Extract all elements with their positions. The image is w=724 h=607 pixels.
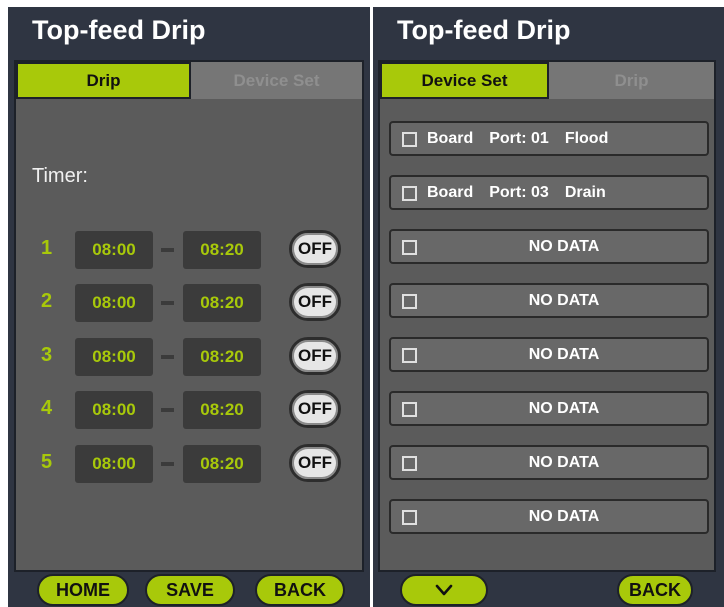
- end-time-field[interactable]: 08:20: [183, 284, 261, 322]
- start-time-field[interactable]: 08:00: [75, 284, 153, 322]
- tab-device-set[interactable]: Device Set: [380, 62, 549, 99]
- timer-toggle[interactable]: OFF: [289, 444, 341, 482]
- device-checkbox[interactable]: [402, 456, 417, 471]
- device-checkbox[interactable]: [402, 186, 417, 201]
- drip-timer-panel: Top-feed Drip Drip Device Set Timer: 1 0…: [8, 7, 370, 607]
- start-time-field[interactable]: 08:00: [75, 391, 153, 429]
- device-port: Port: 03: [489, 183, 549, 201]
- tab-bar: Device Set Drip: [380, 62, 714, 99]
- timer-toggle[interactable]: OFF: [289, 230, 341, 268]
- end-time-field[interactable]: 08:20: [183, 445, 261, 483]
- timer-number: 1: [41, 237, 53, 259]
- home-button[interactable]: HOME: [37, 574, 129, 606]
- tab-bar: Drip Device Set: [16, 62, 362, 99]
- timer-toggle[interactable]: OFF: [289, 337, 341, 375]
- device-label: Board Port: 03 Drain: [427, 177, 707, 208]
- device-item[interactable]: NO DATA: [389, 337, 709, 372]
- range-dash: [161, 301, 174, 305]
- page-title: Top-feed Drip: [32, 15, 206, 45]
- device-port: Port: 01: [489, 129, 549, 147]
- device-checkbox[interactable]: [402, 402, 417, 417]
- back-button[interactable]: BACK: [617, 574, 693, 606]
- timer-row: 5 08:00 08:20 OFF: [16, 444, 362, 485]
- end-time-field[interactable]: 08:20: [183, 231, 261, 269]
- device-checkbox[interactable]: [402, 294, 417, 309]
- tab-device-set[interactable]: Device Set: [191, 62, 362, 99]
- device-content-area: Device Set Drip Board Port: 01 Flood Boa…: [378, 60, 716, 572]
- scroll-down-button[interactable]: [400, 574, 488, 606]
- tab-drip[interactable]: Drip: [549, 62, 714, 99]
- timer-number: 3: [41, 344, 53, 366]
- range-dash: [161, 462, 174, 466]
- timer-content-area: Drip Device Set Timer: 1 08:00 08:20 OFF…: [14, 60, 364, 572]
- page-title: Top-feed Drip: [397, 15, 571, 45]
- end-time-field[interactable]: 08:20: [183, 338, 261, 376]
- device-label: NO DATA: [528, 291, 600, 309]
- device-label: NO DATA: [528, 237, 600, 255]
- range-dash: [161, 355, 174, 359]
- timer-toggle[interactable]: OFF: [289, 390, 341, 428]
- device-item[interactable]: Board Port: 01 Flood: [389, 121, 709, 156]
- device-checkbox[interactable]: [402, 240, 417, 255]
- device-mode: Drain: [564, 183, 606, 201]
- device-name: Board: [427, 129, 474, 147]
- device-label: Board Port: 01 Flood: [427, 123, 707, 154]
- end-time-field[interactable]: 08:20: [183, 391, 261, 429]
- device-name: Board: [427, 183, 474, 201]
- device-label: NO DATA: [528, 399, 600, 417]
- timer-toggle[interactable]: OFF: [289, 283, 341, 321]
- device-item[interactable]: NO DATA: [389, 283, 709, 318]
- timer-number: 2: [41, 290, 53, 312]
- timer-label: Timer:: [32, 165, 88, 187]
- device-item[interactable]: NO DATA: [389, 499, 709, 534]
- back-button[interactable]: BACK: [255, 574, 345, 606]
- timer-row: 1 08:00 08:20 OFF: [16, 230, 362, 271]
- device-item[interactable]: NO DATA: [389, 391, 709, 426]
- tab-drip[interactable]: Drip: [16, 62, 191, 99]
- timer-row: 2 08:00 08:20 OFF: [16, 283, 362, 324]
- start-time-field[interactable]: 08:00: [75, 338, 153, 376]
- range-dash: [161, 248, 174, 252]
- device-item[interactable]: NO DATA: [389, 229, 709, 264]
- device-label: NO DATA: [528, 453, 600, 471]
- chevron-down-icon: [435, 584, 453, 596]
- device-checkbox[interactable]: [402, 510, 417, 525]
- device-checkbox[interactable]: [402, 348, 417, 363]
- timer-row: 3 08:00 08:20 OFF: [16, 337, 362, 378]
- device-item[interactable]: Board Port: 03 Drain: [389, 175, 709, 210]
- device-mode: Flood: [564, 129, 609, 147]
- start-time-field[interactable]: 08:00: [75, 445, 153, 483]
- timer-number: 4: [41, 397, 53, 419]
- device-item[interactable]: NO DATA: [389, 445, 709, 480]
- device-label: NO DATA: [528, 507, 600, 525]
- device-checkbox[interactable]: [402, 132, 417, 147]
- start-time-field[interactable]: 08:00: [75, 231, 153, 269]
- device-set-panel: Top-feed Drip Device Set Drip Board Port…: [373, 7, 724, 607]
- timer-number: 5: [41, 451, 53, 473]
- device-label: NO DATA: [528, 345, 600, 363]
- range-dash: [161, 408, 174, 412]
- timer-row: 4 08:00 08:20 OFF: [16, 390, 362, 431]
- save-button[interactable]: SAVE: [145, 574, 235, 606]
